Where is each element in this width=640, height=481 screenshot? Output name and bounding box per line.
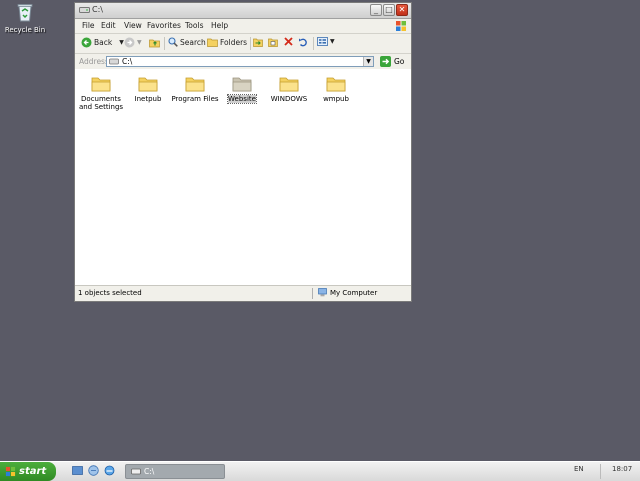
maximize-button[interactable]: □ xyxy=(383,4,395,16)
folder-label: Inetpub xyxy=(134,95,162,103)
title-bar[interactable]: C:\ _ □ ✕ xyxy=(75,3,411,19)
folder-inetpub[interactable]: Inetpub xyxy=(124,75,172,103)
language-indicator[interactable]: EN xyxy=(574,465,584,473)
show-desktop-icon[interactable] xyxy=(72,465,83,476)
forward-button[interactable]: ▼ xyxy=(124,37,142,48)
search-label: Search xyxy=(180,37,206,47)
menu-view[interactable]: View xyxy=(124,21,142,30)
folder-wmpub[interactable]: wmpub xyxy=(312,75,360,103)
window-title: C:\ xyxy=(92,5,103,14)
go-button[interactable]: Go xyxy=(380,56,404,67)
address-value: C:\ xyxy=(122,57,133,66)
folder-documents-and-settings[interactable]: Documents and Settings xyxy=(77,75,125,111)
menu-favorites[interactable]: Favorites xyxy=(147,21,181,30)
status-selection-text: 1 objects selected xyxy=(78,289,142,297)
windows-logo-icon xyxy=(396,21,406,31)
forward-dropdown-icon[interactable]: ▼ xyxy=(137,39,142,46)
move-to-icon xyxy=(253,38,263,47)
internet-explorer-icon[interactable] xyxy=(104,465,115,476)
status-bar: 1 objects selected My Computer xyxy=(75,285,411,301)
folder-label: WINDOWS xyxy=(270,95,308,103)
minimize-button[interactable]: _ xyxy=(370,4,382,16)
explorer-window: C:\ _ □ ✕ File Edit View Favorites Tools… xyxy=(74,2,412,302)
back-button[interactable]: Back ▼ xyxy=(81,37,124,48)
folder-icon xyxy=(326,77,346,92)
copy-to-icon xyxy=(268,38,278,47)
taskbar: start C:\ EN 18:07 xyxy=(0,461,640,481)
file-list-area[interactable]: Documents and Settings Inetpub Program Fi… xyxy=(75,69,411,285)
recycle-bin-desktop-icon[interactable]: Recycle Bin xyxy=(4,2,46,34)
address-drive-icon xyxy=(109,58,119,65)
folder-label: Documents and Settings xyxy=(78,95,124,111)
folders-button[interactable]: Folders xyxy=(207,37,247,47)
folder-windows[interactable]: WINDOWS xyxy=(265,75,313,103)
quick-launch xyxy=(72,465,115,476)
move-to-button[interactable] xyxy=(253,37,263,47)
views-dropdown-icon[interactable]: ▼ xyxy=(330,38,335,45)
recycle-bin-label: Recycle Bin xyxy=(4,26,46,34)
search-icon xyxy=(168,37,178,47)
undo-button[interactable] xyxy=(298,37,308,47)
views-icon xyxy=(317,37,328,46)
copy-to-button[interactable] xyxy=(268,37,278,47)
my-computer-icon xyxy=(318,288,327,297)
forward-arrow-icon xyxy=(124,37,135,48)
folder-icon xyxy=(91,77,111,92)
undo-icon xyxy=(299,38,307,47)
folder-icon xyxy=(232,77,252,92)
address-label: Address xyxy=(79,57,109,66)
folder-program-files[interactable]: Program Files xyxy=(171,75,219,103)
up-folder-button[interactable] xyxy=(149,37,160,48)
recycle-bin-icon xyxy=(17,4,33,22)
menu-help[interactable]: Help xyxy=(211,21,228,30)
folder-icon xyxy=(279,77,299,92)
status-location: My Computer xyxy=(318,288,377,297)
taskbar-button-label: C:\ xyxy=(144,467,155,476)
back-arrow-icon xyxy=(81,37,92,48)
toolbar: Back ▼ ▼ Search Folders ▼ xyxy=(75,34,411,54)
status-location-label: My Computer xyxy=(330,288,378,297)
address-dropdown-icon[interactable]: ▼ xyxy=(363,57,373,66)
close-button[interactable]: ✕ xyxy=(396,4,408,16)
windows-explorer-icon[interactable] xyxy=(88,465,99,476)
go-arrow-icon xyxy=(380,56,391,67)
start-button[interactable]: start xyxy=(0,462,56,481)
views-button[interactable]: ▼ xyxy=(317,37,335,46)
folders-icon xyxy=(207,38,218,47)
drive-icon xyxy=(79,7,90,13)
menu-edit[interactable]: Edit xyxy=(101,21,116,30)
folder-label: wmpub xyxy=(323,95,349,103)
folders-label: Folders xyxy=(220,37,248,47)
delete-button[interactable] xyxy=(284,37,293,46)
menu-file[interactable]: File xyxy=(82,21,95,30)
menu-tools[interactable]: Tools xyxy=(185,21,203,30)
taskbar-button-explorer[interactable]: C:\ xyxy=(125,464,225,479)
search-button[interactable]: Search xyxy=(168,37,206,47)
back-label: Back xyxy=(94,38,113,47)
start-label: start xyxy=(19,466,47,477)
go-label: Go xyxy=(394,57,405,66)
folder-label: Program Files xyxy=(171,95,219,103)
folder-icon xyxy=(138,77,158,92)
task-drive-icon xyxy=(131,468,141,475)
delete-x-icon xyxy=(284,37,293,46)
folder-website[interactable]: Website xyxy=(218,75,266,104)
menu-bar: File Edit View Favorites Tools Help xyxy=(75,19,411,34)
clock: 18:07 xyxy=(612,465,633,473)
address-input[interactable]: C:\ ▼ xyxy=(106,56,374,67)
up-folder-icon xyxy=(149,39,160,48)
folder-icon xyxy=(185,77,205,92)
windows-flag-icon xyxy=(5,466,16,477)
folder-label: Website xyxy=(227,94,257,104)
